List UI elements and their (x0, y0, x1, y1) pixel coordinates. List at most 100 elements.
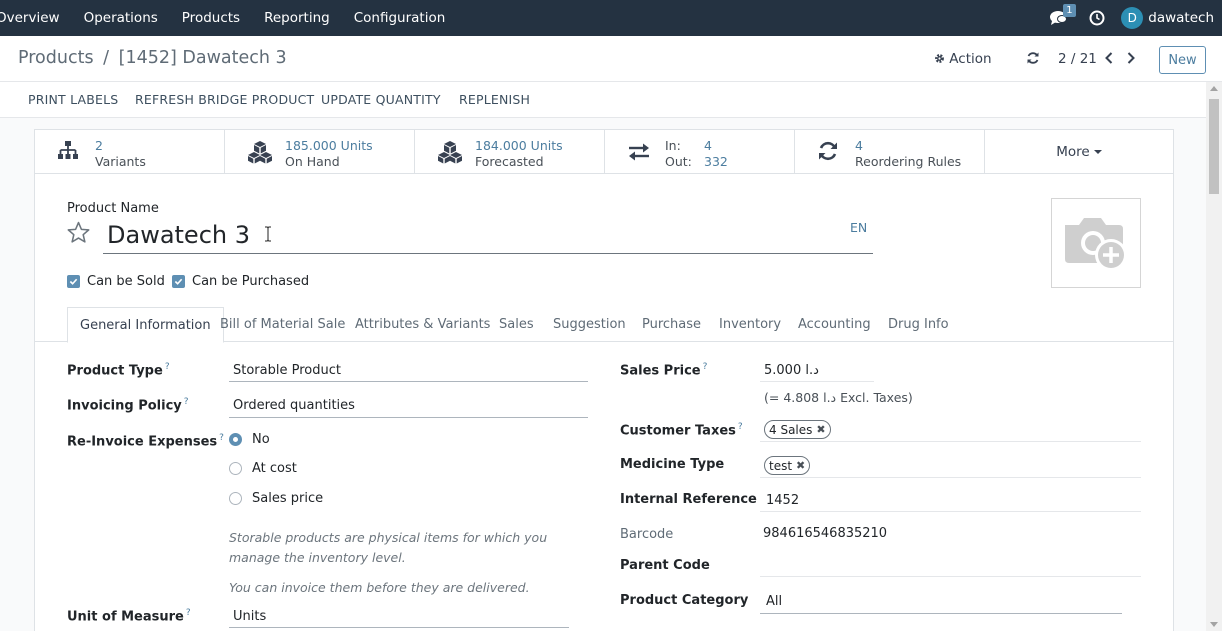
can-be-sold-label: Can be Sold (87, 274, 165, 289)
tab-attributes-variants[interactable]: Attributes & Variants (355, 307, 490, 342)
navbar-systray: 1 D dawatech (1047, 0, 1222, 36)
pager-value[interactable]: 2 / 21 (1058, 51, 1097, 67)
product-category-select[interactable]: All (766, 594, 782, 609)
remove-tag-icon[interactable]: ✖ (816, 423, 825, 436)
unit-of-measure-select[interactable]: Units (233, 609, 266, 624)
variants-count: 2 (95, 138, 103, 153)
medicine-type-tag[interactable]: test ✖ (764, 456, 811, 475)
product-name-input[interactable]: Dawatech 3 (103, 220, 873, 254)
invoicing-policy-select[interactable]: Ordered quantities (233, 398, 355, 413)
menu-operations[interactable]: Operations (72, 0, 170, 36)
on-hand-smart-button[interactable]: 185.000 Units On Hand (225, 130, 415, 174)
scrollbar-thumb[interactable] (1209, 99, 1219, 194)
breadcrumb-parent-link[interactable]: Products (18, 48, 94, 68)
tab-general-information[interactable]: General Information (67, 307, 224, 343)
internal-reference-underline (760, 511, 1141, 512)
excl-taxes-text: (= 4.808 د.ا Excl. Taxes) (764, 390, 913, 405)
out-label: Out: (665, 154, 692, 169)
more-label: More (1056, 144, 1090, 160)
unit-of-measure-label: Unit of Measure? (67, 608, 191, 625)
clock-icon[interactable] (1089, 10, 1105, 26)
new-button[interactable]: New (1159, 46, 1206, 74)
reinvoice-at-cost-radio[interactable]: At cost (229, 461, 297, 476)
more-smart-buttons[interactable]: More (985, 130, 1173, 174)
product-category-underline (760, 613, 1122, 614)
tab-inventory[interactable]: Inventory (719, 307, 781, 342)
product-name-value: Dawatech 3 (107, 221, 251, 249)
customer-taxes-label: Customer Taxes? (620, 422, 743, 439)
print-labels-button[interactable]: PRINT LABELS (28, 92, 118, 107)
sales-price-label: Sales Price? (620, 362, 708, 379)
breadcrumb: Products / [1452] Dawatech 3 (18, 48, 287, 68)
cubes-icon (438, 141, 462, 164)
customer-tax-tag-label: 4 Sales (769, 422, 813, 437)
tab-suggestion[interactable]: Suggestion (553, 307, 626, 342)
tab-bill-of-material-sale[interactable]: Bill of Material Sale (220, 307, 345, 342)
tab-drug-info[interactable]: Drug Info (888, 307, 949, 342)
check-icon (174, 278, 183, 285)
scrollbar[interactable] (1206, 82, 1222, 631)
user-name[interactable]: dawatech (1148, 10, 1214, 26)
breadcrumb-current: [1452] Dawatech 3 (118, 48, 287, 68)
avatar[interactable]: D (1121, 7, 1144, 29)
medicine-type-underline (760, 477, 1141, 478)
action-label: Action (949, 51, 992, 67)
star-icon[interactable] (66, 220, 91, 245)
reinvoice-expenses-label: Re-Invoice Expenses? (67, 433, 224, 450)
refresh-icon[interactable] (1026, 51, 1040, 65)
checkbox-checked (67, 275, 80, 288)
tab-accounting[interactable]: Accounting (798, 307, 871, 342)
reordering-label: Reordering Rules (855, 154, 962, 169)
chevron-right-icon[interactable] (1125, 50, 1137, 66)
product-type-label: Product Type? (67, 362, 170, 379)
chevron-left-icon[interactable] (1103, 50, 1115, 66)
forecasted-smart-button[interactable]: 184.000 Units Forecasted (415, 130, 605, 174)
reinvoice-sales-price-radio[interactable]: Sales price (229, 491, 323, 506)
can-be-purchased-label: Can be Purchased (192, 274, 310, 289)
parent-code-underline (760, 576, 1141, 577)
forecasted-value: 184.000 Units (475, 138, 563, 153)
product-image-placeholder[interactable] (1051, 198, 1141, 288)
scroll-down-arrow[interactable] (1210, 622, 1218, 627)
refresh-bridge-product-button[interactable]: REFRESH BRIDGE PRODUCT (135, 92, 314, 107)
menu-configuration[interactable]: Configuration (342, 0, 458, 36)
on-hand-label: On Hand (285, 154, 340, 169)
menu-reporting[interactable]: Reporting (252, 0, 342, 36)
product-category-label: Product Category (620, 593, 749, 608)
product-name-label: Product Name (67, 201, 159, 216)
scroll-up-arrow[interactable] (1210, 86, 1218, 91)
sales-price-input[interactable]: 5.000 د.ا (764, 363, 819, 378)
reordering-rules-smart-button[interactable]: 4 Reordering Rules (795, 130, 985, 174)
invoicing-help-text: You can invoice them before they are del… (229, 580, 530, 595)
tab-sales[interactable]: Sales (499, 307, 534, 342)
can-be-sold-checkbox[interactable]: Can be Sold (67, 274, 165, 289)
breadcrumb-separator: / (103, 48, 110, 68)
in-out-smart-button[interactable]: In: 4 Out: 332 (605, 130, 795, 174)
form-button-bar: PRINT LABELS REFRESH BRIDGE PRODUCT UPDA… (0, 82, 1206, 118)
variants-smart-button[interactable]: 2 Variants (35, 130, 225, 174)
barcode-value: 984616546835210 (763, 526, 888, 541)
text-cursor-icon (265, 226, 271, 242)
customer-tax-tag[interactable]: 4 Sales ✖ (764, 420, 831, 439)
notebook-tabs: General Information Bill of Material Sal… (35, 307, 1173, 343)
invoicing-policy-label: Invoicing Policy? (67, 397, 189, 414)
can-be-purchased-checkbox[interactable]: Can be Purchased (172, 274, 309, 289)
tab-purchase[interactable]: Purchase (642, 307, 701, 342)
language-button[interactable]: EN (850, 220, 867, 235)
update-quantity-button[interactable]: UPDATE QUANTITY (321, 92, 441, 107)
radio-unselected (229, 462, 242, 475)
product-type-select[interactable]: Storable Product (233, 363, 341, 378)
menu-products[interactable]: Products (170, 0, 252, 36)
reinvoice-no-radio[interactable]: No (229, 432, 270, 447)
check-icon (69, 278, 78, 285)
action-menu-button[interactable]: Action (934, 51, 992, 67)
reinvoice-at-cost-label: At cost (252, 461, 297, 476)
menu-overview[interactable]: Overview (0, 0, 72, 36)
replenish-button[interactable]: REPLENISH (459, 92, 530, 107)
smart-buttons: 2 Variants 185.000 Units On Hand 184.000… (35, 130, 1173, 174)
messaging-menu[interactable]: 1 (1047, 0, 1077, 36)
internal-reference-input[interactable]: 1452 (766, 493, 799, 508)
medicine-type-tag-label: test (769, 458, 793, 473)
remove-tag-icon[interactable]: ✖ (796, 459, 805, 472)
radio-unselected (229, 492, 242, 505)
